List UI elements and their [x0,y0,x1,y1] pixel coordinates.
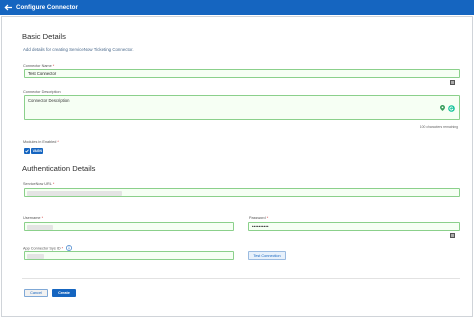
username-input[interactable] [24,222,234,231]
password-input[interactable]: •••••••••• [248,222,460,238]
modules-enabled-label: Modules in Enabled * [23,140,59,144]
app-connector-sysid-input[interactable] [24,251,234,260]
password-value: •••••••••• [252,224,269,229]
grammarly-icon[interactable] [448,99,455,117]
basic-details-title: Basic Details [22,32,66,41]
vagn-module-toggle[interactable]: VAGN [24,148,44,154]
connector-description-label: Connector Description [23,90,61,94]
page-title: Configure Connector [16,4,78,11]
basic-details-subtitle: Add details for creating ServiceNow Tick… [23,47,134,52]
check-icon [24,148,30,154]
password-label: Password * [249,216,269,220]
username-label: Username * [23,216,44,220]
top-bar: Configure Connector [0,0,474,15]
back-arrow-icon[interactable] [1,0,15,15]
connector-name-input[interactable]: Test Connector [24,69,460,85]
app-connector-sysid-redacted [27,253,44,259]
connector-description-textarea[interactable]: Connector Description [24,95,460,120]
list-icon [450,72,455,90]
footer-divider [22,278,460,279]
eye-icon[interactable] [450,225,455,243]
location-pin-icon[interactable] [440,98,445,116]
authentication-details-title: Authentication Details [22,164,96,173]
create-button[interactable]: Create [52,289,76,297]
vagn-module-label: VAGN [31,148,44,154]
connector-description-placeholder: Connector Description [28,97,70,103]
servicenow-url-input[interactable] [24,188,460,197]
servicenow-url-redacted [27,190,122,196]
connector-name-value: Test Connector [28,71,57,76]
description-char-counter: 100 characters remaining [419,125,458,129]
test-connection-button[interactable]: Test Connection [248,251,286,260]
username-redacted [27,224,53,230]
form-panel: Basic Details Add details for creating S… [1,16,473,317]
servicenow-url-label: ServiceNow URL * [23,182,55,186]
connector-name-label: Connector Name * [23,64,55,68]
cancel-button[interactable]: Cancel [24,289,48,297]
